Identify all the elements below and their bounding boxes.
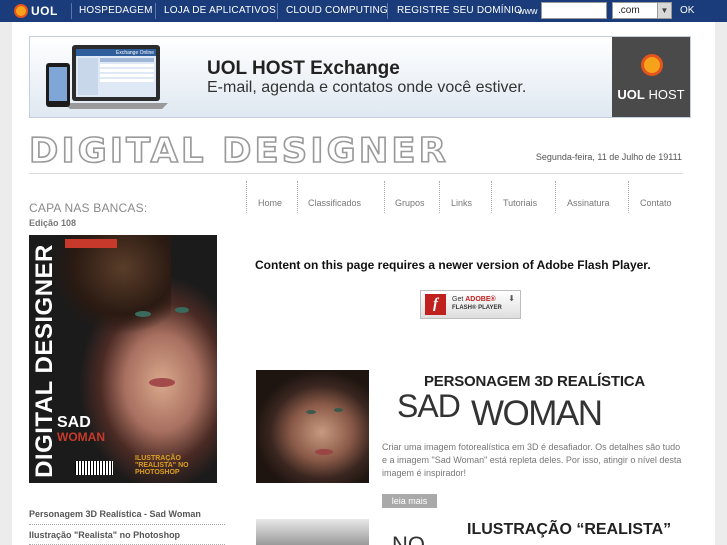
nav-contato[interactable]: Contato (640, 198, 672, 208)
cover-woman-text: WOMAN (57, 430, 105, 444)
nav-divider (439, 181, 440, 213)
chevron-down-icon[interactable]: ▼ (657, 3, 671, 18)
nav-home[interactable]: Home (258, 198, 282, 208)
thumb-eye (306, 410, 316, 414)
nav-links[interactable]: Links (451, 198, 472, 208)
topnav-divider (155, 3, 156, 19)
sidebar-link-ilustracao-realista[interactable]: Ilustração "Realista" no Photoshop (29, 530, 180, 540)
cover-eye (135, 311, 151, 317)
uol-ball-icon (14, 4, 28, 18)
cover-hair-image (51, 235, 171, 345)
nav-divider (555, 181, 556, 213)
article-description: Criar uma imagem fotorealística em 3D é … (382, 442, 682, 478)
cover-strapline: ILUSTRAÇÃO "REALISTA" NO PHOTOSHOP (135, 455, 189, 476)
site-logo[interactable]: DIGITAL DESIGNER (29, 135, 451, 165)
sidebar-link-sad-woman[interactable]: Personagem 3D Realística - Sad Woman (29, 509, 201, 519)
nav-classificados[interactable]: Classificados (308, 198, 361, 208)
cover-title: DIGITAL DESIGNER (31, 244, 58, 478)
uol-host-brand-light: HOST (644, 87, 685, 102)
flash-icon: f (425, 294, 446, 315)
nav-divider (246, 181, 247, 213)
uol-host-brand: UOL HOST (612, 37, 690, 117)
thumb-lips (315, 449, 333, 455)
topnav-registre-seu-dominio[interactable]: REGISTRE SEU DOMÍNIO (397, 0, 522, 22)
domain-search-input[interactable] (541, 2, 607, 19)
topnav-hospedagem[interactable]: HOSPEDAGEM (79, 0, 153, 22)
barcode-icon (75, 461, 113, 475)
tld-selected-value: .com (618, 5, 640, 16)
topnav-divider (277, 3, 278, 19)
article2-thumbnail[interactable] (256, 519, 369, 545)
download-icon: ⬇ (508, 294, 515, 303)
uol-logo-text: UOL (31, 4, 58, 18)
header-date: Segunda-feira, 11 de Julho de 19111 (535, 152, 682, 162)
www-label: www (518, 6, 538, 16)
nav-divider (491, 181, 492, 213)
header-divider (29, 173, 683, 174)
uol-host-brand-text: UOL HOST (612, 87, 690, 102)
nav-grupos[interactable]: Grupos (395, 198, 425, 208)
flash-badge-line1: Get ADOBE® (452, 296, 496, 303)
nav-divider (384, 181, 385, 213)
ad-title: UOL HOST Exchange (207, 58, 400, 79)
capa-heading: CAPA NAS BANCAS: (29, 201, 148, 215)
topnav-cloud-computing[interactable]: CLOUD COMPUTING (286, 0, 388, 22)
flash-badge-brand: ADOBE® (465, 296, 496, 303)
uol-ball-icon (641, 54, 663, 76)
topnav-loja-de-aplicativos[interactable]: LOJA DE APLICATIVOS (164, 0, 276, 22)
topnav-divider (387, 3, 388, 19)
cover-lips (149, 378, 175, 387)
uol-top-bar: UOL HOSPEDAGEM LOJA DE APLICATIVOS CLOUD… (0, 0, 727, 22)
article-title-sad: SAD (397, 388, 461, 424)
nav-divider (297, 181, 298, 213)
edition-label: Edição 108 (29, 218, 77, 228)
topnav-divider (71, 3, 72, 19)
uol-host-brand-bold: UOL (617, 87, 645, 102)
flash-required-message: Content on this page requires a newer ve… (255, 258, 651, 272)
article2-title-fragment: NO (392, 532, 425, 545)
site-logo-text: DIGITAL DESIGNER (29, 135, 449, 165)
cover-tag-strip (65, 239, 117, 248)
magazine-cover[interactable]: DIGITAL DESIGNER SAD WOMAN ILUSTRAÇÃO "R… (29, 235, 217, 483)
nav-tutoriais[interactable]: Tutoriais (503, 198, 537, 208)
thumb-eye (334, 408, 343, 412)
domain-ok-button[interactable]: OK (680, 0, 694, 22)
flash-badge-get: Get (452, 296, 466, 303)
screen-label: Exchange Online (116, 50, 154, 56)
laptop-illustration: Exchange Online (46, 45, 168, 109)
nav-divider (628, 181, 629, 213)
flash-badge-product: FLASH® PLAYER (452, 305, 502, 311)
ad-subtitle: E-mail, agenda e contatos onde você esti… (207, 79, 527, 96)
tld-select[interactable]: .com ▼ (612, 2, 672, 19)
page-container: Exchange Online UOL HOST Exchange E-mail… (12, 22, 715, 545)
sidebar-divider (29, 524, 225, 525)
uol-logo[interactable]: UOL (14, 3, 58, 19)
ad-banner[interactable]: Exchange Online UOL HOST Exchange E-mail… (29, 36, 691, 118)
article-thumbnail[interactable] (256, 370, 369, 483)
nav-assinatura[interactable]: Assinatura (567, 198, 610, 208)
article2-heading[interactable]: ILUSTRAÇÃO “REALISTA” (467, 521, 671, 539)
read-more-button[interactable]: leia mais (382, 494, 437, 508)
article-title-woman: WOMAN (471, 394, 603, 433)
get-flash-player-button[interactable]: f Get ADOBE® FLASH® PLAYER ⬇ (420, 290, 521, 319)
cover-eye (175, 307, 189, 313)
